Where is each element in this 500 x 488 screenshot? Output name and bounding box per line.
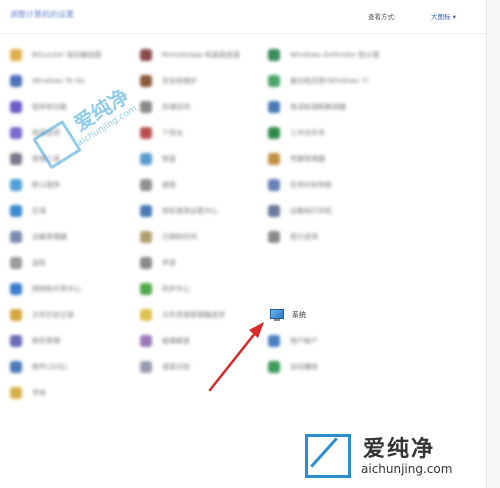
watermark-brand-url: aichunjing.com [361, 462, 453, 476]
watermark-bottom: 爱纯净 aichunjing.com [299, 429, 489, 485]
red-arrow-icon [208, 322, 264, 392]
watermark-brand-cn: 爱纯净 [363, 437, 436, 462]
watermark-logo-icon [305, 434, 351, 478]
